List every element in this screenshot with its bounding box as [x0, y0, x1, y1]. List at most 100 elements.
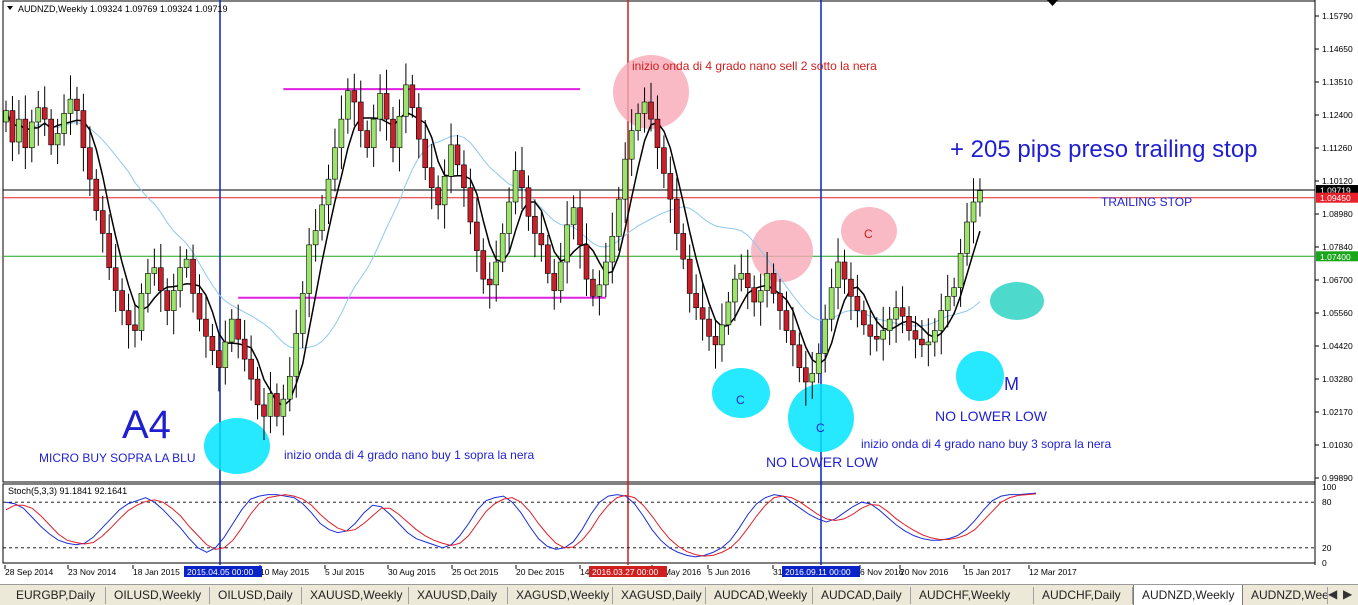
candle-body[interactable]: [925, 341, 932, 346]
candle-body[interactable]: [635, 113, 641, 131]
candle-body[interactable]: [422, 138, 429, 169]
candle-body[interactable]: [35, 107, 42, 123]
candle-body[interactable]: [41, 107, 48, 120]
candle-body[interactable]: [164, 290, 171, 311]
candle-body[interactable]: [757, 290, 764, 303]
candle-body[interactable]: [873, 335, 880, 340]
candle-body[interactable]: [480, 250, 487, 280]
candle-body[interactable]: [486, 278, 493, 286]
candle-body[interactable]: [861, 310, 867, 326]
candle-body[interactable]: [931, 330, 938, 343]
candle-body[interactable]: [596, 284, 603, 297]
candle-body[interactable]: [899, 307, 906, 317]
candle-body[interactable]: [854, 295, 861, 311]
candle-body[interactable]: [519, 170, 525, 189]
candle-body[interactable]: [790, 330, 796, 346]
candle-body[interactable]: [796, 344, 803, 369]
candle-body[interactable]: [725, 301, 732, 326]
candle-body[interactable]: [538, 233, 545, 246]
chart-tab[interactable]: AUDNZD,Wee: [1243, 587, 1328, 604]
candle-body[interactable]: [590, 278, 596, 297]
candle-body[interactable]: [293, 333, 300, 377]
candle-body[interactable]: [783, 310, 790, 331]
candle-body[interactable]: [338, 118, 345, 149]
chart-tab[interactable]: XAUUSD,Daily: [409, 587, 508, 604]
candle-body[interactable]: [648, 101, 654, 120]
candle-body[interactable]: [680, 233, 687, 260]
candle-body[interactable]: [119, 290, 125, 311]
candle-body[interactable]: [3, 110, 9, 123]
candle-body[interactable]: [719, 324, 725, 346]
candle-body[interactable]: [744, 273, 751, 289]
candle-body[interactable]: [551, 273, 558, 291]
candle-body[interactable]: [841, 261, 848, 280]
candle-body[interactable]: [67, 98, 74, 114]
candle-body[interactable]: [209, 335, 216, 351]
candle-body[interactable]: [222, 341, 229, 369]
candle-body[interactable]: [944, 295, 951, 311]
candle-body[interactable]: [74, 98, 80, 111]
candle-body[interactable]: [377, 93, 383, 120]
candle-body[interactable]: [628, 130, 635, 160]
tab-scroll-right-icon[interactable]: ▶: [1343, 587, 1352, 601]
candle-body[interactable]: [622, 158, 629, 200]
candle-body[interactable]: [286, 375, 293, 400]
candle-body[interactable]: [306, 244, 312, 294]
candle-body[interactable]: [228, 318, 235, 343]
candle-body[interactable]: [822, 318, 828, 354]
candle-body[interactable]: [809, 373, 816, 383]
candle-body[interactable]: [396, 115, 403, 149]
candle-body[interactable]: [815, 353, 822, 374]
candle-body[interactable]: [151, 267, 158, 274]
candle-body[interactable]: [544, 244, 551, 274]
chart-tab[interactable]: XAGUSD,Weekly: [508, 587, 613, 604]
candle-body[interactable]: [867, 324, 874, 337]
candle-body[interactable]: [87, 147, 93, 180]
candle-body[interactable]: [938, 310, 945, 331]
candle-body[interactable]: [325, 178, 332, 206]
candle-body[interactable]: [577, 207, 583, 246]
candle-body[interactable]: [564, 224, 570, 263]
chart-tab[interactable]: AUDCHF,Weekly: [911, 587, 1034, 604]
chart-tab[interactable]: AUDCAD,Daily: [813, 587, 911, 604]
candle-body[interactable]: [764, 273, 770, 291]
chart-tab[interactable]: XAGUSD,Daily: [613, 587, 706, 604]
candle-body[interactable]: [54, 133, 61, 146]
candle-body[interactable]: [977, 190, 983, 203]
candle-body[interactable]: [383, 93, 390, 120]
candle-body[interactable]: [835, 261, 841, 289]
candle-body[interactable]: [93, 178, 100, 211]
candle-body[interactable]: [274, 393, 280, 417]
candle-body[interactable]: [641, 101, 648, 114]
candle-body[interactable]: [80, 110, 87, 149]
candle-body[interactable]: [893, 307, 899, 320]
candle-body[interactable]: [390, 118, 396, 149]
candle-body[interactable]: [880, 330, 887, 340]
candle-body[interactable]: [241, 338, 248, 360]
candle-body[interactable]: [351, 90, 358, 103]
chart-tab[interactable]: XAUUSD,Weekly: [302, 587, 409, 604]
candle-body[interactable]: [493, 261, 500, 286]
candle-body[interactable]: [409, 84, 416, 109]
chart-tab[interactable]: AUDCAD,Weekly: [706, 587, 813, 604]
trading-chart[interactable]: 1.15790 1.14650 1.13510 1.12400 1.11260 1.101…: [0, 0, 1358, 584]
candle-body[interactable]: [693, 293, 699, 309]
candle-body[interactable]: [828, 287, 835, 320]
candle-body[interactable]: [964, 221, 970, 254]
candle-body[interactable]: [170, 290, 177, 311]
candle-body[interactable]: [570, 207, 577, 226]
candle-body[interactable]: [919, 338, 925, 346]
candle-body[interactable]: [312, 230, 319, 246]
candle-body[interactable]: [732, 278, 738, 303]
candle-body[interactable]: [583, 244, 590, 280]
candle-body[interactable]: [99, 210, 106, 234]
candle-body[interactable]: [686, 258, 693, 294]
candle-body[interactable]: [48, 118, 54, 146]
candle-body[interactable]: [190, 258, 196, 294]
candle-body[interactable]: [261, 404, 267, 417]
candle-body[interactable]: [448, 144, 454, 177]
candle-body[interactable]: [435, 187, 441, 206]
candle-body[interactable]: [319, 204, 325, 231]
candle-body[interactable]: [158, 267, 164, 291]
candle-body[interactable]: [699, 307, 706, 320]
